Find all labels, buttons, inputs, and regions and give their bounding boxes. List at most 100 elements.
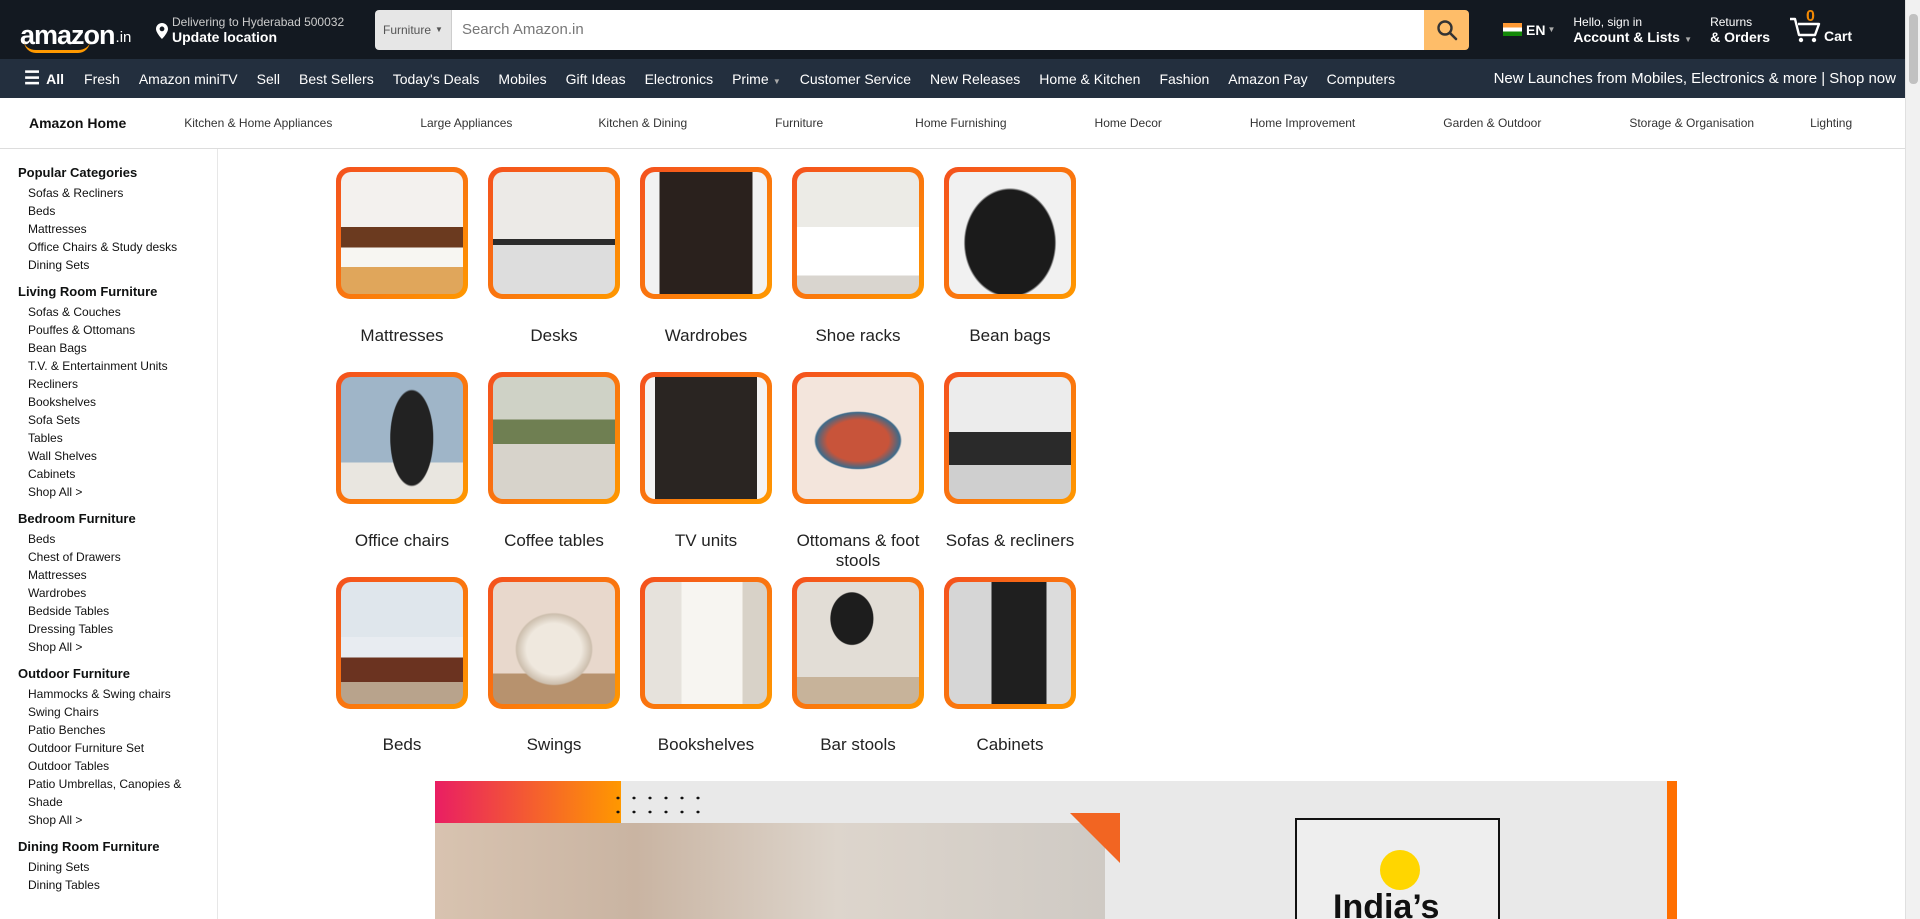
- category-tile-swings[interactable]: Swings: [488, 577, 620, 775]
- sidebar-link[interactable]: Sofas & Couches: [28, 303, 217, 321]
- sidebar-link[interactable]: Patio Umbrellas, Canopies & Shade: [28, 775, 188, 811]
- hamburger-icon: ☰: [24, 68, 41, 88]
- nav-item-best-sellers[interactable]: Best Sellers: [299, 71, 374, 87]
- sidebar-link[interactable]: Recliners: [28, 375, 217, 393]
- subnav-item-home-improvement[interactable]: Home Improvement: [1250, 116, 1355, 130]
- nav-promo-link[interactable]: New Launches from Mobiles, Electronics &…: [1494, 70, 1910, 87]
- sidebar-link[interactable]: Wall Shelves: [28, 447, 217, 465]
- category-tile-wardrobes[interactable]: Wardrobes: [640, 167, 772, 366]
- sidebar-link[interactable]: Bedside Tables: [28, 602, 217, 620]
- category-tile-shoe-racks[interactable]: Shoe racks: [792, 167, 924, 366]
- nav-item-new-releases[interactable]: New Releases: [930, 71, 1020, 87]
- subnav-item-large-appliances[interactable]: Large Appliances: [420, 116, 512, 130]
- sidebar-link[interactable]: Sofas & Recliners: [28, 184, 217, 202]
- amazon-logo[interactable]: amazon .in: [14, 10, 144, 53]
- sidebar-shop-all-link[interactable]: Shop All >: [28, 483, 217, 501]
- sidebar-link[interactable]: Pouffes & Ottomans: [28, 321, 217, 339]
- sidebar-section-title: Outdoor Furniture: [18, 666, 130, 681]
- page-scrollbar[interactable]: [1905, 0, 1920, 919]
- sidebar-link[interactable]: Tables: [28, 429, 217, 447]
- scrollbar-thumb[interactable]: [1909, 14, 1918, 84]
- nav-item-gift-ideas[interactable]: Gift Ideas: [566, 71, 626, 87]
- subnav-item-lighting[interactable]: Lighting: [1810, 116, 1852, 130]
- category-tile-ottomans[interactable]: Ottomans & foot stools: [792, 372, 924, 571]
- subnav-item-home-furnishing[interactable]: Home Furnishing: [915, 116, 1006, 130]
- all-label: All: [46, 70, 65, 87]
- account-lists-menu[interactable]: Hello, sign in Account & Lists ▼: [1573, 15, 1692, 45]
- sidebar-link[interactable]: Wardrobes: [28, 584, 217, 602]
- sidebar-link[interactable]: Dining Sets: [28, 256, 217, 274]
- banner-dot-pattern: [610, 791, 710, 821]
- sidebar-link[interactable]: Outdoor Furniture Set: [28, 739, 217, 757]
- subnav-item-kitchen-appliances[interactable]: Kitchen & Home Appliances: [184, 116, 332, 130]
- category-tile-desks[interactable]: Desks: [488, 167, 620, 366]
- sidebar-link[interactable]: Mattresses: [28, 220, 217, 238]
- sidebar-link[interactable]: Dining Tables: [28, 876, 217, 894]
- subnav-item-garden-outdoor[interactable]: Garden & Outdoor: [1443, 116, 1541, 130]
- sidebar-link[interactable]: Chest of Drawers: [28, 548, 217, 566]
- sidebar-link[interactable]: Sofa Sets: [28, 411, 217, 429]
- nav-item-mobiles[interactable]: Mobiles: [498, 71, 546, 87]
- sidebar-link[interactable]: Bookshelves: [28, 393, 217, 411]
- sidebar-link[interactable]: Beds: [28, 202, 217, 220]
- sidebar-link[interactable]: Dressing Tables: [28, 620, 217, 638]
- returns-orders-link[interactable]: Returns & Orders: [1710, 15, 1770, 45]
- cart-link[interactable]: 0 Cart: [1788, 8, 1852, 44]
- category-label: Bookshelves: [657, 735, 755, 754]
- category-tile-mattresses[interactable]: Mattresses: [336, 167, 468, 366]
- promo-banner[interactable]: India’s: [435, 781, 1677, 919]
- category-tile-cabinets[interactable]: Cabinets: [944, 577, 1076, 775]
- search-button[interactable]: [1424, 9, 1469, 50]
- sofa-image: [949, 377, 1071, 499]
- category-tile-coffee-tables[interactable]: Coffee tables: [488, 372, 620, 571]
- sidebar-link[interactable]: Outdoor Tables: [28, 757, 217, 775]
- language-selector[interactable]: EN ▼: [1503, 22, 1555, 38]
- sidebar-link[interactable]: Dining Sets: [28, 858, 217, 876]
- sidebar-link[interactable]: Beds: [28, 530, 217, 548]
- sidebar-link[interactable]: Office Chairs & Study desks: [28, 238, 217, 256]
- nav-item-amazon-pay[interactable]: Amazon Pay: [1228, 71, 1307, 87]
- category-tile-office-chairs[interactable]: Office chairs: [336, 372, 468, 571]
- subnav-item-home-decor[interactable]: Home Decor: [1095, 116, 1162, 130]
- category-image-frame: [944, 372, 1076, 504]
- sidebar-link[interactable]: Patio Benches: [28, 721, 217, 739]
- nav-item-fresh[interactable]: Fresh: [84, 71, 120, 87]
- subnav-item-storage[interactable]: Storage & Organisation: [1629, 116, 1754, 130]
- category-tile-sofas-recliners[interactable]: Sofas & recliners: [944, 372, 1076, 571]
- store-title[interactable]: Amazon Home: [29, 115, 126, 131]
- sidebar-link[interactable]: T.V. & Entertainment Units: [28, 357, 217, 375]
- delivery-location[interactable]: Delivering to Hyderabad 500032 Update lo…: [156, 15, 371, 45]
- nav-item-customer-service[interactable]: Customer Service: [800, 71, 911, 87]
- nav-item-electronics[interactable]: Electronics: [645, 71, 713, 87]
- nav-item-computers[interactable]: Computers: [1327, 71, 1395, 87]
- banner-edge-bar: [1667, 781, 1677, 919]
- category-tile-bean-bags[interactable]: Bean bags: [944, 167, 1076, 366]
- nav-item-fashion[interactable]: Fashion: [1159, 71, 1209, 87]
- category-tile-bar-stools[interactable]: Bar stools: [792, 577, 924, 775]
- nav-item-prime[interactable]: Prime ▼: [732, 71, 781, 87]
- sidebar-link[interactable]: Hammocks & Swing chairs: [28, 685, 217, 703]
- subnav-item-furniture[interactable]: Furniture: [775, 116, 823, 130]
- nav-item-home-kitchen[interactable]: Home & Kitchen: [1039, 71, 1140, 87]
- sidebar-shop-all-link[interactable]: Shop All >: [28, 638, 217, 656]
- category-tile-tv-units[interactable]: TV units: [640, 372, 772, 571]
- nav-item-todays-deals[interactable]: Today's Deals: [393, 71, 480, 87]
- sidebar-shop-all-link[interactable]: Shop All >: [28, 811, 217, 829]
- category-sidebar: Popular Categories Sofas & Recliners Bed…: [0, 149, 218, 919]
- sidebar-link[interactable]: Swing Chairs: [28, 703, 217, 721]
- sidebar-link[interactable]: Bean Bags: [28, 339, 217, 357]
- nav-item-sell[interactable]: Sell: [257, 71, 280, 87]
- category-tile-beds[interactable]: Beds: [336, 577, 468, 775]
- category-image-frame: [944, 167, 1076, 299]
- nav-item-minitv[interactable]: Amazon miniTV: [139, 71, 238, 87]
- mattress-image: [341, 172, 463, 294]
- sidebar-link[interactable]: Mattresses: [28, 566, 217, 584]
- all-menu-button[interactable]: ☰ All: [24, 68, 64, 89]
- category-tile-bookshelves[interactable]: Bookshelves: [640, 577, 772, 775]
- subnav-item-kitchen-dining[interactable]: Kitchen & Dining: [598, 116, 687, 130]
- category-label: Coffee tables: [504, 531, 604, 550]
- search-category-dropdown[interactable]: Furniture ▼: [375, 9, 452, 50]
- search-category-label: Furniture: [383, 22, 432, 37]
- sidebar-link[interactable]: Cabinets: [28, 465, 217, 483]
- search-input[interactable]: [451, 9, 1424, 50]
